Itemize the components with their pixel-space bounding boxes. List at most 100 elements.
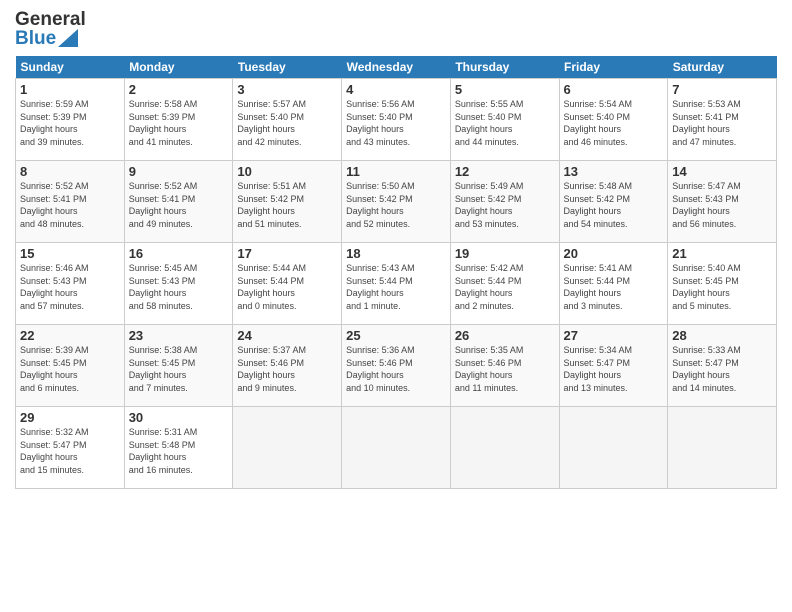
- calendar-week-1: 1Sunrise: 5:59 AMSunset: 5:39 PMDaylight…: [16, 79, 777, 161]
- col-thursday: Thursday: [450, 56, 559, 79]
- day-number: 18: [346, 246, 446, 261]
- calendar-cell: 8Sunrise: 5:52 AMSunset: 5:41 PMDaylight…: [16, 161, 125, 243]
- calendar-cell: 14Sunrise: 5:47 AMSunset: 5:43 PMDayligh…: [668, 161, 777, 243]
- calendar-cell: 5Sunrise: 5:55 AMSunset: 5:40 PMDaylight…: [450, 79, 559, 161]
- calendar-cell: 10Sunrise: 5:51 AMSunset: 5:42 PMDayligh…: [233, 161, 342, 243]
- day-info: Sunrise: 5:44 AMSunset: 5:44 PMDaylight …: [237, 262, 337, 312]
- page: General Blue Sunday Monday Tuesday: [0, 0, 792, 612]
- day-info: Sunrise: 5:34 AMSunset: 5:47 PMDaylight …: [564, 344, 664, 394]
- calendar-cell: 15Sunrise: 5:46 AMSunset: 5:43 PMDayligh…: [16, 243, 125, 325]
- day-number: 13: [564, 164, 664, 179]
- day-info: Sunrise: 5:41 AMSunset: 5:44 PMDaylight …: [564, 262, 664, 312]
- day-number: 12: [455, 164, 555, 179]
- day-info: Sunrise: 5:54 AMSunset: 5:40 PMDaylight …: [564, 98, 664, 148]
- calendar-table: Sunday Monday Tuesday Wednesday Thursday…: [15, 56, 777, 489]
- day-info: Sunrise: 5:48 AMSunset: 5:42 PMDaylight …: [564, 180, 664, 230]
- col-tuesday: Tuesday: [233, 56, 342, 79]
- calendar-cell: 9Sunrise: 5:52 AMSunset: 5:41 PMDaylight…: [124, 161, 233, 243]
- day-info: Sunrise: 5:56 AMSunset: 5:40 PMDaylight …: [346, 98, 446, 148]
- calendar-cell: 20Sunrise: 5:41 AMSunset: 5:44 PMDayligh…: [559, 243, 668, 325]
- day-number: 25: [346, 328, 446, 343]
- day-info: Sunrise: 5:49 AMSunset: 5:42 PMDaylight …: [455, 180, 555, 230]
- day-info: Sunrise: 5:58 AMSunset: 5:39 PMDaylight …: [129, 98, 229, 148]
- calendar-cell: [668, 407, 777, 489]
- day-info: Sunrise: 5:52 AMSunset: 5:41 PMDaylight …: [20, 180, 120, 230]
- calendar-cell: 24Sunrise: 5:37 AMSunset: 5:46 PMDayligh…: [233, 325, 342, 407]
- day-number: 11: [346, 164, 446, 179]
- day-info: Sunrise: 5:50 AMSunset: 5:42 PMDaylight …: [346, 180, 446, 230]
- day-number: 6: [564, 82, 664, 97]
- calendar-cell: 7Sunrise: 5:53 AMSunset: 5:41 PMDaylight…: [668, 79, 777, 161]
- day-number: 3: [237, 82, 337, 97]
- col-saturday: Saturday: [668, 56, 777, 79]
- calendar-cell: 29Sunrise: 5:32 AMSunset: 5:47 PMDayligh…: [16, 407, 125, 489]
- day-info: Sunrise: 5:33 AMSunset: 5:47 PMDaylight …: [672, 344, 772, 394]
- calendar-week-5: 29Sunrise: 5:32 AMSunset: 5:47 PMDayligh…: [16, 407, 777, 489]
- day-number: 9: [129, 164, 229, 179]
- logo: General Blue: [15, 10, 86, 48]
- calendar-cell: [559, 407, 668, 489]
- logo-general: General: [15, 10, 86, 29]
- day-info: Sunrise: 5:52 AMSunset: 5:41 PMDaylight …: [129, 180, 229, 230]
- day-info: Sunrise: 5:47 AMSunset: 5:43 PMDaylight …: [672, 180, 772, 230]
- day-number: 20: [564, 246, 664, 261]
- calendar-cell: 12Sunrise: 5:49 AMSunset: 5:42 PMDayligh…: [450, 161, 559, 243]
- col-friday: Friday: [559, 56, 668, 79]
- day-number: 14: [672, 164, 772, 179]
- day-number: 27: [564, 328, 664, 343]
- day-number: 2: [129, 82, 229, 97]
- day-number: 5: [455, 82, 555, 97]
- calendar-cell: 2Sunrise: 5:58 AMSunset: 5:39 PMDaylight…: [124, 79, 233, 161]
- day-number: 23: [129, 328, 229, 343]
- day-info: Sunrise: 5:31 AMSunset: 5:48 PMDaylight …: [129, 426, 229, 476]
- day-info: Sunrise: 5:38 AMSunset: 5:45 PMDaylight …: [129, 344, 229, 394]
- day-info: Sunrise: 5:59 AMSunset: 5:39 PMDaylight …: [20, 98, 120, 148]
- calendar-cell: 16Sunrise: 5:45 AMSunset: 5:43 PMDayligh…: [124, 243, 233, 325]
- calendar-cell: 3Sunrise: 5:57 AMSunset: 5:40 PMDaylight…: [233, 79, 342, 161]
- day-info: Sunrise: 5:32 AMSunset: 5:47 PMDaylight …: [20, 426, 120, 476]
- day-info: Sunrise: 5:51 AMSunset: 5:42 PMDaylight …: [237, 180, 337, 230]
- calendar-cell: 18Sunrise: 5:43 AMSunset: 5:44 PMDayligh…: [342, 243, 451, 325]
- day-number: 21: [672, 246, 772, 261]
- calendar-cell: 19Sunrise: 5:42 AMSunset: 5:44 PMDayligh…: [450, 243, 559, 325]
- calendar-cell: [342, 407, 451, 489]
- calendar-cell: 1Sunrise: 5:59 AMSunset: 5:39 PMDaylight…: [16, 79, 125, 161]
- day-info: Sunrise: 5:40 AMSunset: 5:45 PMDaylight …: [672, 262, 772, 312]
- day-info: Sunrise: 5:39 AMSunset: 5:45 PMDaylight …: [20, 344, 120, 394]
- calendar-week-3: 15Sunrise: 5:46 AMSunset: 5:43 PMDayligh…: [16, 243, 777, 325]
- day-number: 19: [455, 246, 555, 261]
- day-number: 24: [237, 328, 337, 343]
- day-number: 28: [672, 328, 772, 343]
- day-number: 7: [672, 82, 772, 97]
- day-number: 8: [20, 164, 120, 179]
- day-info: Sunrise: 5:46 AMSunset: 5:43 PMDaylight …: [20, 262, 120, 312]
- calendar-cell: [233, 407, 342, 489]
- day-info: Sunrise: 5:45 AMSunset: 5:43 PMDaylight …: [129, 262, 229, 312]
- calendar-cell: 21Sunrise: 5:40 AMSunset: 5:45 PMDayligh…: [668, 243, 777, 325]
- day-info: Sunrise: 5:35 AMSunset: 5:46 PMDaylight …: [455, 344, 555, 394]
- calendar-cell: 25Sunrise: 5:36 AMSunset: 5:46 PMDayligh…: [342, 325, 451, 407]
- col-wednesday: Wednesday: [342, 56, 451, 79]
- day-info: Sunrise: 5:43 AMSunset: 5:44 PMDaylight …: [346, 262, 446, 312]
- calendar-cell: 23Sunrise: 5:38 AMSunset: 5:45 PMDayligh…: [124, 325, 233, 407]
- col-monday: Monday: [124, 56, 233, 79]
- logo-blue: Blue: [15, 29, 56, 48]
- calendar-cell: 22Sunrise: 5:39 AMSunset: 5:45 PMDayligh…: [16, 325, 125, 407]
- calendar-cell: 11Sunrise: 5:50 AMSunset: 5:42 PMDayligh…: [342, 161, 451, 243]
- calendar-cell: 28Sunrise: 5:33 AMSunset: 5:47 PMDayligh…: [668, 325, 777, 407]
- calendar-cell: 26Sunrise: 5:35 AMSunset: 5:46 PMDayligh…: [450, 325, 559, 407]
- calendar-cell: 13Sunrise: 5:48 AMSunset: 5:42 PMDayligh…: [559, 161, 668, 243]
- header: General Blue: [15, 10, 777, 48]
- calendar-week-4: 22Sunrise: 5:39 AMSunset: 5:45 PMDayligh…: [16, 325, 777, 407]
- calendar-cell: 30Sunrise: 5:31 AMSunset: 5:48 PMDayligh…: [124, 407, 233, 489]
- day-info: Sunrise: 5:57 AMSunset: 5:40 PMDaylight …: [237, 98, 337, 148]
- day-number: 15: [20, 246, 120, 261]
- day-info: Sunrise: 5:55 AMSunset: 5:40 PMDaylight …: [455, 98, 555, 148]
- day-number: 26: [455, 328, 555, 343]
- day-number: 22: [20, 328, 120, 343]
- day-number: 16: [129, 246, 229, 261]
- header-row: Sunday Monday Tuesday Wednesday Thursday…: [16, 56, 777, 79]
- day-info: Sunrise: 5:37 AMSunset: 5:46 PMDaylight …: [237, 344, 337, 394]
- col-sunday: Sunday: [16, 56, 125, 79]
- calendar-cell: 6Sunrise: 5:54 AMSunset: 5:40 PMDaylight…: [559, 79, 668, 161]
